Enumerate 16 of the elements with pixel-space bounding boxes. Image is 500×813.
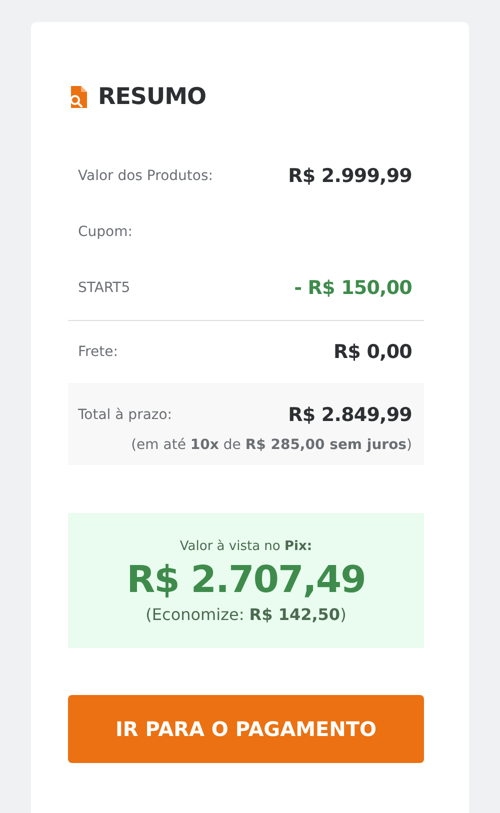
shipping-label: Frete: [78,344,118,360]
shipping-value: R$ 0,00 [333,341,412,363]
pix-label: Valor à vista no Pix: [180,539,312,554]
summary-label: Cupom: [78,224,132,240]
total-label: Total à prazo: [78,407,172,423]
summary-label: START5 [78,280,130,296]
pix-price: R$ 2.707,49 [126,558,366,601]
summary-value: R$ 2.999,99 [288,165,412,187]
document-search-icon [68,85,90,109]
summary-label: Valor dos Produtos: [78,168,213,184]
summary-value: - R$ 150,00 [294,277,412,299]
payment-button[interactable]: IR PARA O PAGAMENTO [68,695,424,763]
summary-title: RESUMO [98,84,206,110]
installments-text: (em até 10x de R$ 285,00 sem juros) [130,437,412,453]
total-value: R$ 2.849,99 [288,404,412,426]
savings-text: (Economize: R$ 142,50) [146,605,346,624]
